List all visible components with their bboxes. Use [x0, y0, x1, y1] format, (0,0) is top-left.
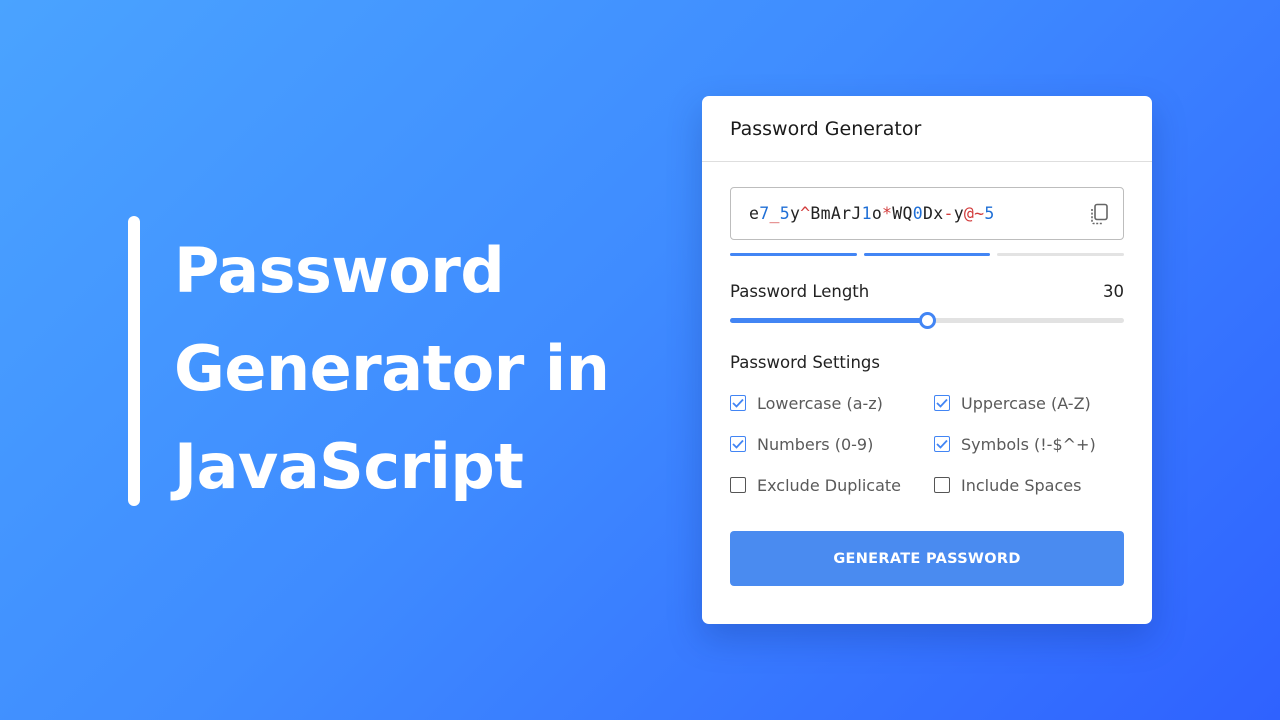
password-field[interactable]: e7_5y^BmArJ1o*WQ0Dx-y@~5: [730, 187, 1124, 240]
settings-option-label: Symbols (!-$^+): [961, 434, 1096, 454]
checkbox-checked-icon[interactable]: [730, 395, 746, 411]
password-length-row: Password Length 30: [730, 282, 1124, 301]
settings-option[interactable]: Numbers (0-9): [730, 433, 934, 455]
checkbox-unchecked-icon[interactable]: [730, 477, 746, 493]
settings-option-label: Exclude Duplicate: [757, 475, 901, 495]
card-header: Password Generator: [702, 96, 1152, 162]
strength-segment: [997, 253, 1125, 256]
settings-option-label: Lowercase (a-z): [757, 393, 883, 413]
generate-password-button[interactable]: GENERATE PASSWORD: [730, 531, 1124, 586]
slider-fill: [730, 318, 927, 323]
settings-option-label: Numbers (0-9): [757, 434, 874, 454]
copy-icon[interactable]: [1089, 203, 1109, 225]
password-strength-indicator: [730, 253, 1125, 256]
settings-option[interactable]: Symbols (!-$^+): [934, 433, 1124, 455]
password-generator-card: Password Generator e7_5y^BmArJ1o*WQ0Dx-y…: [702, 96, 1152, 624]
password-length-slider[interactable]: [730, 312, 1124, 329]
password-output[interactable]: e7_5y^BmArJ1o*WQ0Dx-y@~5: [749, 204, 1085, 223]
settings-option-label: Include Spaces: [961, 475, 1082, 495]
copy-button[interactable]: [1085, 200, 1113, 228]
hero-title: Password Generator in JavaScript: [174, 222, 654, 516]
checkbox-checked-icon[interactable]: [934, 395, 950, 411]
hero-title-line-1: Password: [174, 234, 505, 307]
settings-option[interactable]: Include Spaces: [934, 474, 1124, 496]
slider-thumb[interactable]: [919, 312, 936, 329]
hero-title-line-2: Generator in: [174, 332, 610, 405]
settings-option[interactable]: Exclude Duplicate: [730, 474, 934, 496]
settings-option[interactable]: Uppercase (A-Z): [934, 392, 1124, 414]
hero-title-line-3: JavaScript: [174, 430, 524, 503]
password-settings-label: Password Settings: [730, 353, 880, 372]
strength-segment: [730, 253, 857, 256]
checkbox-unchecked-icon[interactable]: [934, 477, 950, 493]
strength-segment: [863, 253, 991, 256]
settings-option-label: Uppercase (A-Z): [961, 393, 1091, 413]
checkbox-checked-icon[interactable]: [730, 436, 746, 452]
password-length-label: Password Length: [730, 282, 870, 301]
password-length-value: 30: [1103, 282, 1124, 301]
password-settings-options: Lowercase (a-z) Uppercase (A-Z) Numbers (0…: [730, 392, 1124, 496]
settings-option[interactable]: Lowercase (a-z): [730, 392, 934, 414]
card-title: Password Generator: [730, 117, 922, 140]
checkbox-checked-icon[interactable]: [934, 436, 950, 452]
hero-accent-bar: [128, 216, 140, 506]
